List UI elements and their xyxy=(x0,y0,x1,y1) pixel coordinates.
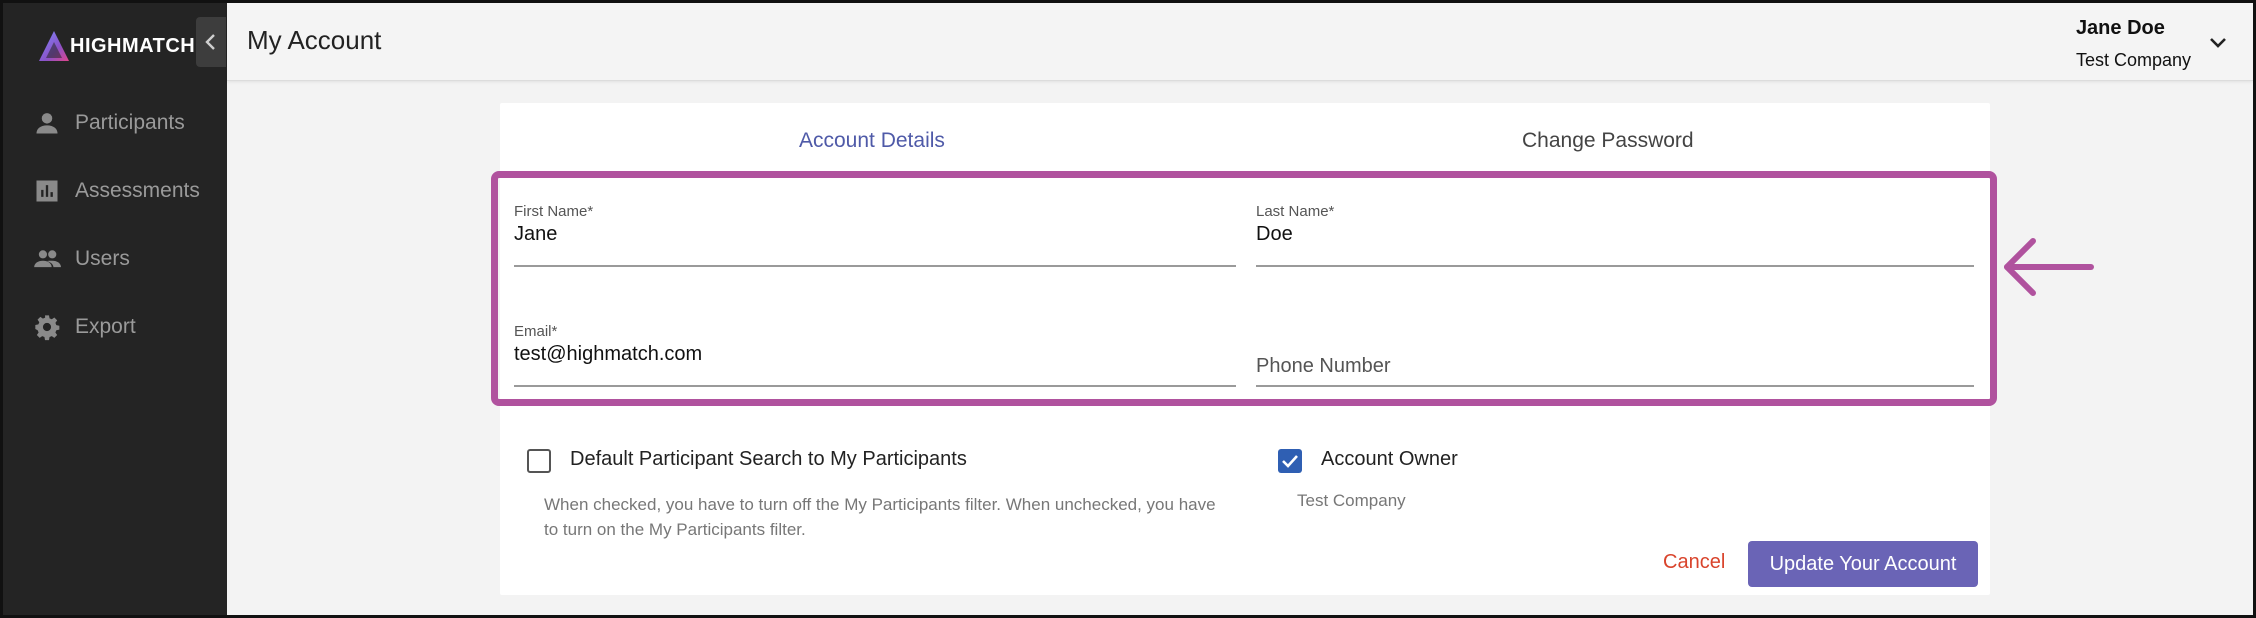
account-owner-label[interactable]: Account Owner xyxy=(1321,448,1458,471)
tab-change-password[interactable]: Change Password xyxy=(1522,129,1694,153)
first-name-label: First Name* xyxy=(514,203,594,220)
user-company: Test Company xyxy=(2075,50,2191,70)
last-name-label: Last Name* xyxy=(1256,203,1335,220)
brand-logo[interactable]: HIGHMATCH xyxy=(36,28,195,64)
sidebar-item-label: Assessments xyxy=(75,179,200,202)
last-name-field[interactable]: Last Name* Doe xyxy=(1256,203,1974,267)
checkmark-icon xyxy=(1282,455,1298,468)
account-owner-checkbox[interactable] xyxy=(1278,449,1302,473)
sidebar-item-label: Export xyxy=(75,315,136,338)
tab-account-details[interactable]: Account Details xyxy=(799,129,945,153)
sidebar-item-export[interactable]: Export xyxy=(33,307,136,347)
sidebar-item-label: Participants xyxy=(75,111,185,134)
cancel-button[interactable]: Cancel xyxy=(1663,551,1725,574)
group-icon xyxy=(34,250,61,268)
sidebar-item-label: Users xyxy=(75,247,130,270)
email-input[interactable]: test@highmatch.com xyxy=(514,343,702,366)
highmatch-logo-icon xyxy=(39,31,69,61)
user-menu[interactable]: Jane Doe Test Company xyxy=(2076,17,2191,71)
sidebar-item-participants[interactable]: Participants xyxy=(33,103,185,143)
sidebar-item-assessments[interactable]: Assessments xyxy=(33,171,200,211)
email-field[interactable]: Email* test@highmatch.com xyxy=(514,323,1236,387)
sidebar: HIGHMATCH Participants Assessments Users… xyxy=(3,3,227,615)
app-window: HIGHMATCH Participants Assessments Users… xyxy=(0,0,2256,618)
account-card: Account Details Change Password First Na… xyxy=(500,103,1990,595)
chevron-left-icon xyxy=(205,34,215,50)
page-title: My Account xyxy=(247,25,382,55)
update-account-button[interactable]: Update Your Account xyxy=(1748,541,1978,587)
person-icon xyxy=(36,113,58,134)
user-name: Jane Doe xyxy=(2075,17,2165,39)
default-search-help-text: When checked, you have to turn off the M… xyxy=(544,495,1216,539)
last-name-input[interactable]: Doe xyxy=(1256,223,1293,246)
first-name-input[interactable]: Jane xyxy=(514,223,557,246)
brand-name: HIGHMATCH xyxy=(70,34,196,57)
phone-number-input[interactable]: Phone Number xyxy=(1256,355,1391,378)
chevron-down-icon[interactable] xyxy=(2207,31,2229,53)
default-search-label[interactable]: Default Participant Search to My Partici… xyxy=(570,448,967,471)
gear-icon xyxy=(35,315,60,341)
default-search-checkbox[interactable] xyxy=(527,449,551,473)
bar-chart-icon xyxy=(36,180,58,202)
account-owner-company: Test Company xyxy=(1297,491,1406,510)
top-header: My Account Jane Doe Test Company xyxy=(227,3,2253,81)
sidebar-item-users[interactable]: Users xyxy=(33,239,130,279)
first-name-field[interactable]: First Name* Jane xyxy=(514,203,1236,267)
arrow-left-icon xyxy=(2004,238,2094,296)
phone-number-field[interactable]: Phone Number xyxy=(1256,323,1974,387)
sidebar-collapse-button[interactable] xyxy=(196,17,226,67)
email-label: Email* xyxy=(514,323,558,340)
